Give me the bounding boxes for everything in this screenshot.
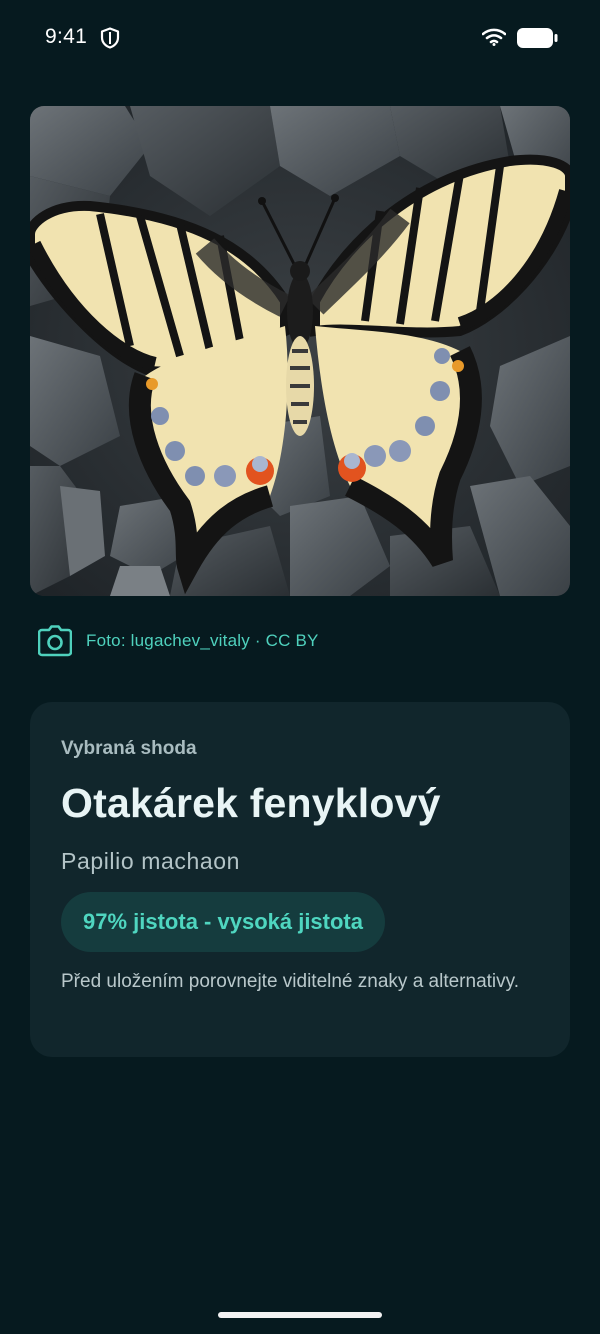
home-indicator[interactable]: [218, 1312, 382, 1318]
confidence-text: 97% jistota - vysoká jistota: [83, 909, 363, 934]
swallowtail-butterfly-photo: [30, 106, 570, 596]
verification-note: Před uložením porovnejte viditelné znaky…: [61, 971, 520, 992]
species-common-name: Otakárek fenyklový: [61, 780, 441, 826]
species-latin-name: Papilio machaon: [61, 848, 241, 874]
confidence-badge: 97% jistota - vysoká jistota: [61, 892, 385, 952]
battery-icon: [516, 27, 558, 49]
wifi-icon: [481, 28, 507, 46]
selected-match-label: Vybraná shoda: [61, 738, 197, 759]
selected-match-card: Vybraná shoda Otakárek fenyklový Papilio…: [30, 702, 570, 1057]
shield-icon: [100, 27, 120, 49]
status-time: 9:41: [45, 25, 88, 48]
camera-icon: [37, 625, 73, 657]
status-bar: 9:41: [0, 0, 600, 76]
photo-credit-text: Foto: lugachev_vitaly · CC BY: [86, 631, 319, 650]
species-photo[interactable]: [30, 106, 570, 596]
photo-credit[interactable]: Foto: lugachev_vitaly · CC BY: [37, 624, 319, 658]
